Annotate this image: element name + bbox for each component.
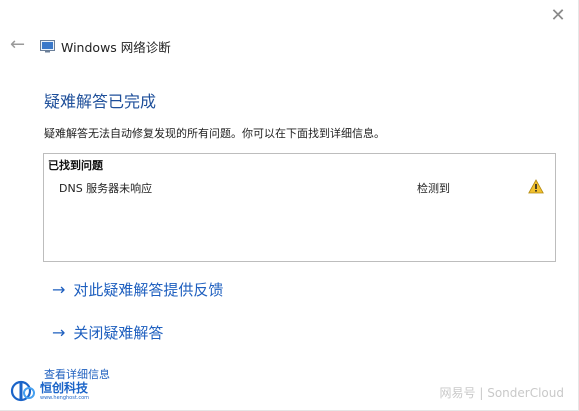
brand-logo: 恒创科技 www.henghost.com xyxy=(10,380,89,402)
page-heading: 疑难解答已完成 xyxy=(44,92,157,111)
feedback-link-label: 对此疑难解答提供反馈 xyxy=(73,281,224,299)
arrow-right-icon: → xyxy=(52,323,66,342)
network-diagnostics-window: ✕ ← Windows 网络诊断 疑难解答已完成 疑难解答无法自动修复发现的所有… xyxy=(0,0,579,411)
window-title: Windows 网络诊断 xyxy=(61,39,171,55)
back-arrow-icon[interactable]: ← xyxy=(10,36,28,54)
brand-logo-mark-icon xyxy=(10,380,35,402)
brand-url: www.henghost.com xyxy=(40,394,90,401)
warning-icon xyxy=(528,179,544,194)
problem-name: DNS 服务器未响应 xyxy=(59,182,153,195)
brand-name: 恒创科技 xyxy=(40,380,89,395)
feedback-link[interactable]: → 对此疑难解答提供反馈 xyxy=(52,280,223,300)
watermark-text: 网易号 | SonderCloud xyxy=(439,386,564,400)
title-bar: Windows 网络诊断 xyxy=(40,37,171,55)
problem-status: 检测到 xyxy=(417,182,450,195)
close-troubleshooter-link[interactable]: → 关闭疑难解答 xyxy=(52,323,163,343)
result-description: 疑难解答无法自动修复发现的所有问题。你可以在下面找到详细信息。 xyxy=(44,127,385,140)
close-icon[interactable]: ✕ xyxy=(548,6,568,26)
problem-row[interactable]: DNS 服务器未响应 检测到 xyxy=(44,178,555,196)
problems-found-header: 已找到问题 xyxy=(48,159,103,172)
arrow-right-icon: → xyxy=(52,280,66,299)
problems-found-panel: 已找到问题 DNS 服务器未响应 检测到 xyxy=(43,153,556,262)
close-troubleshooter-label: 关闭疑难解答 xyxy=(73,324,164,342)
network-diagnostics-app-icon xyxy=(40,39,55,52)
